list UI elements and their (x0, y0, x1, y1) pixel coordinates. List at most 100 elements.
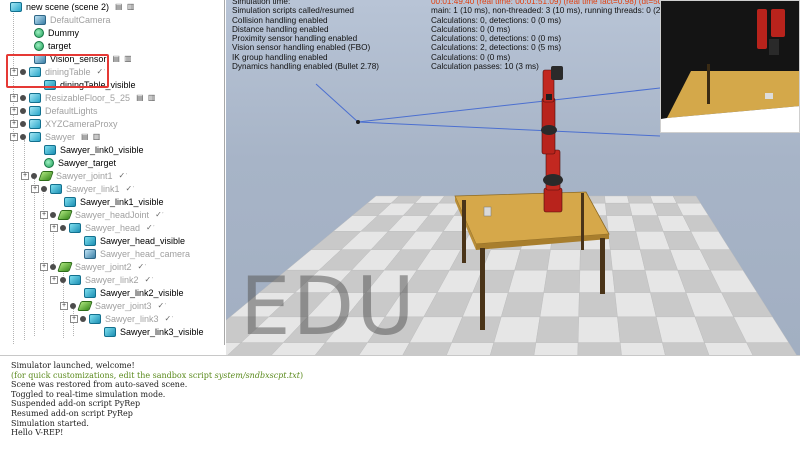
console-line-suffix: ) (300, 370, 304, 380)
info-key: IK group handling enabled (232, 52, 328, 62)
tree-guide-line (34, 176, 35, 336)
floor-tile (614, 292, 657, 318)
tree-item[interactable]: Dummy (34, 26, 79, 39)
tree-item[interactable]: + XYZCameraProxy (10, 117, 118, 130)
dynamic-flag-icon: ✓ˑ (155, 210, 164, 219)
floor-tile (606, 215, 637, 232)
info-row: Proximity sensor handling enabled Calcula… (232, 34, 702, 43)
shape-icon (89, 313, 101, 324)
tree-item[interactable]: Sawyer_head_camera (84, 247, 190, 260)
target-dummy[interactable] (356, 120, 360, 124)
script-icon[interactable]: ▤ ▥ (81, 132, 101, 141)
tree-item[interactable]: Sawyer_link1_visible (64, 195, 164, 208)
joint-icon (77, 300, 93, 311)
scene-hierarchy-panel[interactable]: new scene (scene 2) ▤ ▥ DefaultCamera Dummy… (0, 0, 225, 345)
shape-icon (44, 79, 56, 90)
expand-toggle-icon[interactable]: + (70, 314, 78, 323)
tree-item-label: Sawyer_headJoint (75, 209, 150, 220)
model-icon (29, 105, 41, 116)
floor-tile (507, 270, 548, 293)
tree-item[interactable]: Sawyer_head_visible (84, 234, 185, 247)
tree-item[interactable]: + ResizableFloor_5_25 ▤ ▥ (10, 91, 156, 104)
tree-item[interactable]: + DefaultLights (10, 104, 98, 117)
expand-toggle-icon[interactable]: + (50, 223, 58, 232)
shape-icon (104, 326, 116, 337)
floor-tile (547, 249, 581, 271)
scene-root-icon (10, 1, 22, 12)
tree-item[interactable]: + Sawyer_head ✓ˑ (50, 221, 155, 234)
tree-item-label: Vision_sensor (50, 53, 107, 64)
expand-toggle-icon[interactable]: + (21, 171, 29, 180)
expand-toggle-icon[interactable]: + (50, 275, 58, 284)
visibility-dot-icon (80, 315, 86, 322)
tree-item[interactable]: Sawyer_link0_visible (44, 143, 144, 156)
expand-toggle-icon[interactable]: + (31, 184, 39, 193)
floor-tile (627, 195, 654, 204)
expand-toggle-icon[interactable]: + (60, 301, 68, 310)
visibility-dot-icon (50, 211, 56, 218)
tree-item[interactable]: diningTable_visible (44, 78, 136, 91)
console-line: (for quick customizations, edit the sand… (11, 371, 800, 381)
tree-item[interactable]: Vision_sensor ▤ ▥ (34, 52, 133, 65)
tree-item[interactable]: + Sawyer_joint1 ✓ˑ (21, 169, 127, 182)
visibility-dot-icon (20, 68, 26, 75)
tree-item-label: XYZCameraProxy (45, 118, 118, 129)
tree-item[interactable]: Sawyer_target (44, 156, 116, 169)
expand-toggle-icon[interactable]: + (10, 132, 18, 141)
floor-tile (608, 231, 641, 250)
info-row: Distance handling enabled Calculations: 0… (232, 25, 702, 34)
path-line (357, 121, 661, 137)
model-icon (29, 92, 41, 103)
expand-toggle-icon[interactable]: + (40, 210, 48, 219)
tree-item[interactable]: + Sawyer_joint3 ✓ˑ (60, 299, 166, 312)
expand-toggle-icon[interactable]: + (40, 262, 48, 271)
floor-tile (604, 195, 630, 204)
dynamic-flag-icon: ✓ˑ (118, 171, 128, 180)
cube-object[interactable] (483, 206, 492, 217)
tree-item-label: DefaultLights (45, 105, 98, 116)
console-line: Toggled to real-time simulation mode. (11, 390, 800, 400)
tree-item[interactable]: + Sawyer_link2 ✓ˑ (50, 273, 153, 286)
tree-item[interactable]: Sawyer_link3_visible (104, 325, 204, 338)
dummy-icon (44, 157, 54, 168)
camera-icon (34, 14, 46, 25)
joint-icon (57, 209, 73, 220)
script-icon[interactable]: ▤ ▥ (115, 2, 135, 11)
console-file-path: system/sndbxscpt.txt (214, 370, 300, 380)
console-line-text: Simulator launched, welcome! (11, 361, 135, 370)
tree-item[interactable]: + Sawyer_link1 ✓ˑ (31, 182, 134, 195)
tree-guide-line (13, 6, 14, 344)
expand-toggle-icon[interactable]: + (10, 106, 18, 115)
floor-tile (612, 270, 651, 293)
expand-toggle-icon[interactable]: + (10, 93, 18, 102)
script-icon[interactable]: ▤ ▥ (112, 54, 132, 63)
floor-tile (535, 316, 579, 343)
console-line: Suspended add-on script PyRep (11, 399, 800, 409)
tree-item[interactable]: + Sawyer ▤ ▥ (10, 130, 101, 143)
tree-item[interactable]: Sawyer_link2_visible (84, 286, 184, 299)
dynamic-flag-icon: ✓ˑ (164, 314, 174, 323)
dynamic-flag-icon: ✓ˑ (157, 301, 167, 310)
script-icon[interactable]: ▤ ▥ (136, 93, 156, 102)
floating-camera-view[interactable] (660, 0, 800, 133)
visibility-dot-icon (31, 172, 37, 179)
tree-item[interactable]: DefaultCamera (34, 13, 111, 26)
sawyer-robot[interactable] (541, 66, 563, 213)
tree-item[interactable]: + Sawyer_joint2 ✓ˑ (40, 260, 146, 273)
console-line-text: Suspended add-on script PyRep (11, 399, 141, 409)
status-console[interactable]: Simulator launched, welcome! (for quick c… (0, 355, 800, 450)
console-line-text: Scene was restored from auto-saved scene… (11, 380, 188, 390)
info-row: Collision handling enabled Calculations: … (232, 16, 702, 25)
expand-toggle-icon[interactable]: + (10, 67, 18, 76)
tree-item-label: Sawyer (45, 131, 76, 142)
tree-item-label: diningTable (45, 66, 91, 77)
tree-item[interactable]: + diningTable ✓ˑ (10, 65, 105, 78)
info-key: Vision sensor handling enabled (FBO) (232, 43, 371, 53)
tree-item[interactable]: + Sawyer_headJoint ✓ˑ (40, 208, 164, 221)
tree-item[interactable]: target (34, 39, 71, 52)
scene-viewport[interactable]: Simulation time: 00:01:49.40 (real time: … (226, 0, 800, 355)
tree-item[interactable]: new scene (scene 2) ▤ ▥ (10, 0, 135, 13)
tree-item[interactable]: + Sawyer_link3 ✓ˑ (70, 312, 173, 325)
visibility-dot-icon (50, 263, 56, 270)
expand-toggle-icon[interactable]: + (10, 119, 18, 128)
